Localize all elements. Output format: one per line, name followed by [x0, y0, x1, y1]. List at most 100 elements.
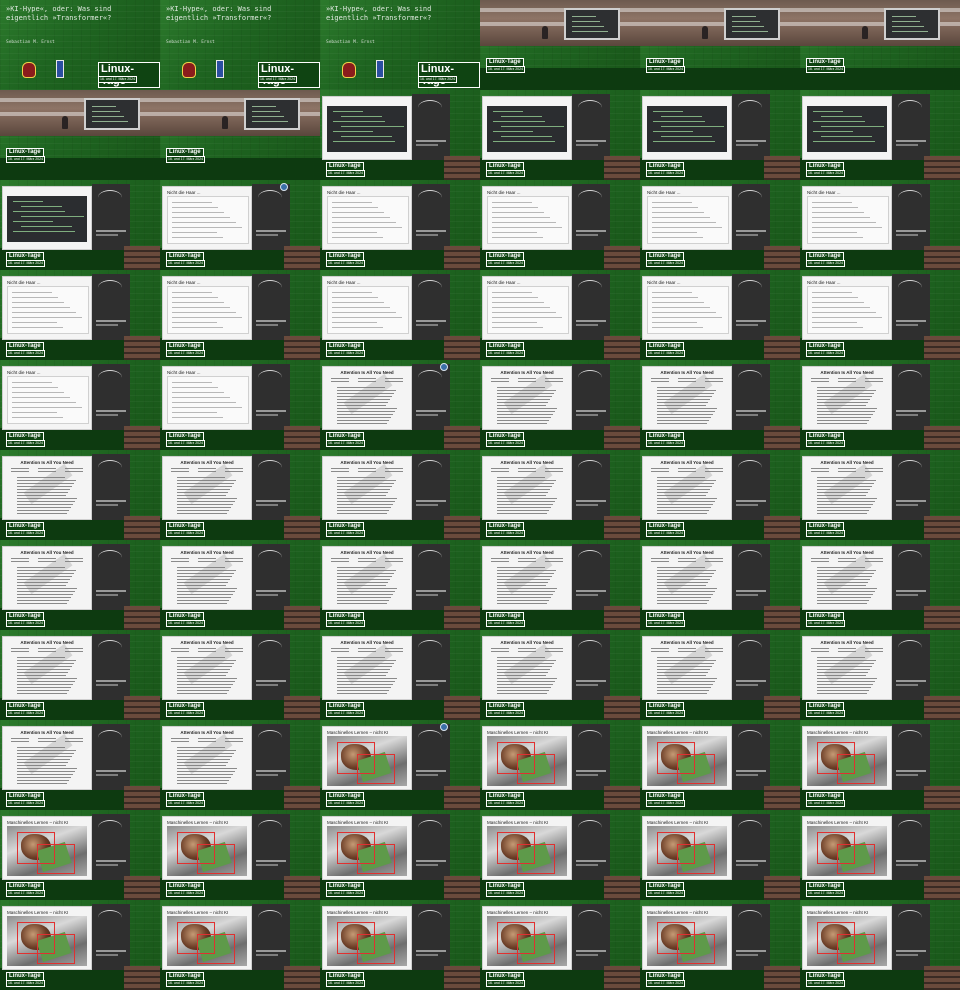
text-line: [492, 217, 550, 218]
side-panel: [412, 454, 450, 520]
chart-curve-icon: [98, 550, 122, 565]
text-line: [652, 217, 710, 218]
slide-heading: Maschinelles Lernen – nicht KI: [487, 820, 549, 825]
room-stairs: [124, 426, 160, 450]
side-panel: [892, 904, 930, 970]
projector-screen: [564, 8, 620, 40]
text-line: [17, 501, 75, 502]
text-line: [497, 687, 551, 688]
slide-heading: Maschinelles Lernen – nicht KI: [807, 910, 869, 915]
side-panel: [732, 364, 770, 430]
text-line: [492, 307, 550, 308]
linux-tage-date: 16. und 17. März 2024: [166, 530, 206, 537]
chart-curve-icon: [578, 910, 602, 925]
text-line: [497, 498, 557, 499]
video-frame-thumbnail: Attention Is All You Need Linux-Tage 16. u…: [0, 720, 160, 810]
linux-tage-date: 16. und 17. März 2024: [166, 260, 206, 267]
chart-curve-icon: [418, 370, 442, 385]
paper-title: Attention Is All You Need: [180, 550, 234, 555]
presentation-slide: Attention Is All You Need: [322, 366, 412, 430]
video-frame-thumbnail: Linux-Tage 16. und 17. März 2024: [480, 90, 640, 180]
slide-heading: Maschinelles Lernen – nicht KI: [807, 730, 869, 735]
text-line: [492, 327, 543, 328]
video-frame-thumbnail: Maschinelles Lernen – nicht KI Linux-Tage…: [0, 900, 160, 990]
linux-tage-date: 16. und 17. März 2024: [6, 800, 46, 807]
text-line: [492, 202, 532, 203]
room-stairs: [764, 786, 800, 810]
side-panel: [732, 454, 770, 520]
bounding-box: [677, 844, 715, 874]
paper-title: Attention Is All You Need: [660, 370, 714, 375]
side-panel: [412, 274, 450, 340]
presentation-slide: Maschinelles Lernen – nicht KI: [802, 816, 892, 880]
text-line: [817, 510, 869, 511]
chart-curve-icon: [98, 190, 122, 205]
text-line: [657, 681, 715, 682]
room-stairs: [284, 516, 320, 540]
text-line: [172, 237, 223, 238]
text-line: [337, 591, 395, 592]
speaker-name: Sebastian M. Ernst: [6, 40, 55, 45]
chart-curve-icon: [418, 910, 442, 925]
room-stairs: [124, 696, 160, 720]
room-stairs: [444, 426, 480, 450]
talk-title: »KI-Hype«, oder: Was sind eigentlich »Tr…: [166, 5, 272, 22]
video-frame-thumbnail: Attention Is All You Need Linux-Tage 16. u…: [640, 360, 800, 450]
text-line: [177, 504, 233, 505]
side-panel: [412, 904, 450, 970]
video-frame-thumbnail: Attention Is All You Need Linux-Tage 16. u…: [160, 630, 320, 720]
side-panel: [92, 634, 130, 700]
text-line: [817, 501, 875, 502]
talk-title: »KI-Hype«, oder: Was sind eigentlich »Tr…: [6, 5, 112, 22]
text-line: [17, 780, 69, 781]
linux-tage-date: 16. und 17. März 2024: [646, 350, 686, 357]
room-stairs: [924, 876, 960, 900]
video-frame-thumbnail: Linux-Tage 16. und 17. März 2024: [320, 90, 480, 180]
side-panel: [92, 274, 130, 340]
text-line: [817, 693, 867, 694]
text-line: [657, 600, 709, 601]
presentation-slide: Maschinelles Lernen – nicht KI: [322, 816, 412, 880]
text-line: [657, 588, 717, 589]
linux-tage-date: 16. und 17. März 2024: [806, 620, 846, 627]
text-line: [657, 498, 717, 499]
text-line: [812, 292, 852, 293]
text-line: [652, 302, 704, 303]
text-line: [817, 684, 873, 685]
presentation-slide: Attention Is All You Need: [802, 456, 892, 520]
video-frame-thumbnail: Maschinelles Lernen – nicht KI Linux-Tage…: [480, 810, 640, 900]
mascot-figure-icon: [216, 60, 224, 78]
room-stairs: [924, 336, 960, 360]
slide-heading: Maschinelles Lernen – nicht KI: [327, 820, 389, 825]
text-line: [17, 771, 75, 772]
text-line: [332, 232, 377, 233]
penguin-mascot-icon: [182, 62, 196, 78]
linux-tage-date: 16. und 17. März 2024: [806, 440, 846, 447]
chart-curve-icon: [578, 460, 602, 475]
room-stairs: [444, 876, 480, 900]
chart-curve-icon: [738, 460, 762, 475]
side-panel: [252, 634, 290, 700]
chart-curve-icon: [578, 190, 602, 205]
text-line: [177, 768, 237, 769]
text-line: [12, 322, 57, 323]
text-line: [337, 603, 387, 604]
text-line: [177, 501, 235, 502]
text-line: [492, 222, 556, 223]
text-line: [652, 212, 704, 213]
presentation-slide: Maschinelles Lernen – nicht KI: [642, 726, 732, 790]
text-line: [817, 504, 873, 505]
text-line: [492, 207, 538, 208]
linux-tage-date: 16. und 17. März 2024: [486, 620, 526, 627]
paper-title: Attention Is All You Need: [340, 640, 394, 645]
paper-title: Attention Is All You Need: [820, 640, 874, 645]
text-line: [12, 417, 63, 418]
text-line: [332, 312, 396, 313]
presentation-slide: Nicht die Haar ...: [482, 186, 572, 250]
text-line: [652, 297, 698, 298]
chart-curve-icon: [578, 640, 602, 655]
text-line: [332, 237, 383, 238]
chart-curve-icon: [98, 370, 122, 385]
text-line: [172, 227, 242, 228]
video-frame-thumbnail: Linux-Tage 16. und 17. März 2024: [0, 90, 160, 180]
